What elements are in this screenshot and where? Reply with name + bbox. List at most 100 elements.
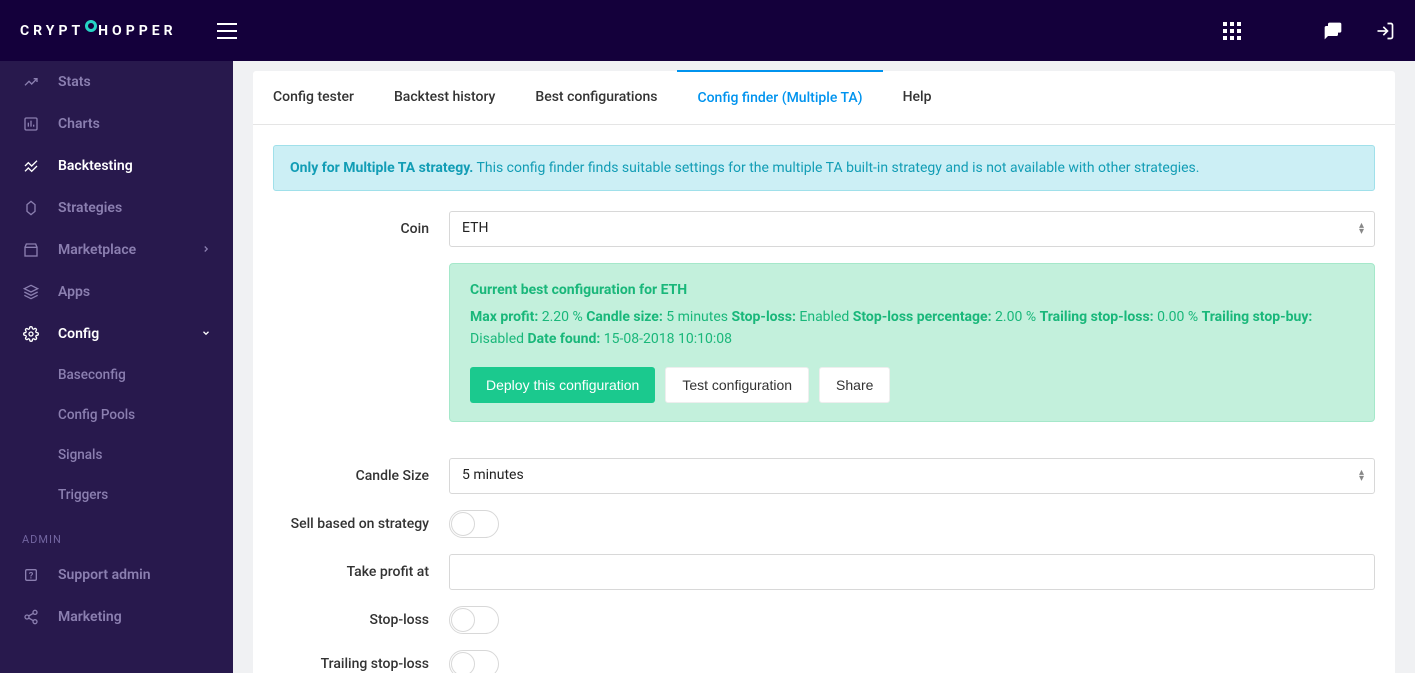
date-found-value: 15-08-2018 10:10:08 — [604, 331, 732, 347]
toggle-knob — [451, 608, 475, 632]
candle-value: 5 minutes — [666, 309, 728, 325]
take-profit-input[interactable] — [449, 554, 1375, 590]
stop-loss-toggle[interactable] — [449, 606, 499, 634]
btn-label: Share — [836, 377, 873, 393]
topbar-actions — [1223, 21, 1395, 41]
form-row-coin: Coin ETH ▴▾ — [273, 211, 1375, 247]
sidebar-label: Marketing — [58, 609, 122, 625]
gear-icon — [22, 325, 40, 343]
tab-label: Config tester — [273, 89, 354, 105]
sidebar-label: Strategies — [58, 200, 122, 216]
best-config-panel: Current best configuration for ETH Max p… — [449, 263, 1375, 422]
sidebar: Stats Charts Backtesting Strategies Mark… — [0, 61, 233, 673]
svg-text:?: ? — [29, 570, 34, 581]
coin-select[interactable]: ETH ▴▾ — [449, 211, 1375, 247]
stoploss-pct-label: Stop-loss percentage: — [853, 309, 992, 325]
sidebar-item-marketing[interactable]: Marketing — [0, 596, 233, 638]
dark-mode-icon[interactable] — [1273, 21, 1291, 41]
brand-o-icon — [85, 20, 97, 32]
trailing-stop-loss-toggle[interactable] — [449, 650, 499, 673]
sidebar-section-admin: ADMIN — [0, 515, 233, 554]
marketplace-icon — [22, 241, 40, 259]
candle-size-value: 5 minutes — [462, 467, 524, 483]
apps-grid-icon[interactable] — [1223, 21, 1241, 41]
trailing-sb-value: Disabled — [470, 331, 524, 347]
sidebar-item-charts[interactable]: Charts — [0, 103, 233, 145]
content-card: Config tester Backtest history Best conf… — [253, 71, 1395, 673]
select-caret-icon: ▴▾ — [1359, 470, 1364, 482]
candle-size-label: Candle Size — [273, 468, 449, 484]
alert-bold: Only for Multiple TA strategy. — [290, 160, 473, 176]
chevron-down-icon — [201, 326, 211, 342]
share-icon — [22, 608, 40, 626]
select-caret-icon: ▴▾ — [1359, 223, 1364, 235]
sidebar-item-stats[interactable]: Stats — [0, 61, 233, 103]
charts-icon — [22, 115, 40, 133]
apps-icon — [22, 283, 40, 301]
hamburger-icon — [217, 23, 237, 39]
chat-icon[interactable] — [1323, 21, 1343, 41]
sidebar-item-apps[interactable]: Apps — [0, 271, 233, 313]
top-bar: CRYPT HOPPER — [0, 0, 1415, 61]
sidebar-label: Support admin — [58, 567, 151, 583]
tab-bar: Config tester Backtest history Best conf… — [253, 71, 1395, 125]
stats-icon — [22, 73, 40, 91]
toggle-knob — [451, 512, 475, 536]
chevron-right-icon — [201, 242, 211, 258]
sidebar-label: Config — [58, 326, 99, 342]
sidebar-item-support-admin[interactable]: ? Support admin — [0, 554, 233, 596]
logout-icon[interactable] — [1375, 21, 1395, 41]
sidebar-label: Apps — [58, 284, 90, 300]
candle-size-select[interactable]: 5 minutes ▴▾ — [449, 458, 1375, 494]
stoploss-value: Enabled — [799, 309, 849, 325]
tab-config-tester[interactable]: Config tester — [253, 71, 374, 124]
tab-help[interactable]: Help — [883, 71, 952, 124]
best-config-details: Max profit: 2.20 % Candle size: 5 minute… — [470, 306, 1354, 351]
sidebar-label: Charts — [58, 116, 100, 132]
tab-best-configurations[interactable]: Best configurations — [515, 71, 677, 124]
sidebar-sub-label: Config Pools — [58, 407, 135, 423]
sidebar-sub-signals[interactable]: Signals — [0, 435, 233, 475]
test-config-button[interactable]: Test configuration — [665, 367, 809, 403]
sidebar-item-strategies[interactable]: Strategies — [0, 187, 233, 229]
tab-config-finder[interactable]: Config finder (Multiple TA) — [677, 70, 882, 124]
form-row-take-profit: Take profit at — [273, 554, 1375, 590]
brand-post: HOPPER — [98, 23, 176, 39]
btn-label: Deploy this configuration — [486, 377, 639, 393]
sidebar-sub-label: Baseconfig — [58, 367, 126, 383]
share-button[interactable]: Share — [819, 367, 890, 403]
stoploss-pct-value: 2.00 % — [995, 309, 1036, 325]
sidebar-label: Backtesting — [58, 158, 133, 174]
coin-value: ETH — [462, 220, 488, 236]
max-profit-label: Max profit: — [470, 309, 538, 325]
form-row-sell-strategy: Sell based on strategy — [273, 510, 1375, 538]
sidebar-sub-configpools[interactable]: Config Pools — [0, 395, 233, 435]
menu-toggle-button[interactable] — [217, 23, 237, 39]
brand-logo[interactable]: CRYPT HOPPER — [20, 23, 177, 39]
help-icon: ? — [22, 566, 40, 584]
date-found-label: Date found: — [528, 331, 601, 347]
sidebar-item-marketplace[interactable]: Marketplace — [0, 229, 233, 271]
stop-loss-label: Stop-loss — [273, 612, 449, 628]
brand-pre: CRYPT — [20, 23, 84, 39]
trailing-stop-loss-label: Trailing stop-loss — [273, 656, 449, 672]
backtesting-icon — [22, 157, 40, 175]
trailing-sb-label: Trailing stop-buy: — [1202, 309, 1313, 325]
trailing-sl-value: 0.00 % — [1157, 309, 1198, 325]
tab-backtest-history[interactable]: Backtest history — [374, 71, 515, 124]
take-profit-label: Take profit at — [273, 564, 449, 580]
deploy-button[interactable]: Deploy this configuration — [470, 367, 655, 403]
tab-label: Config finder (Multiple TA) — [697, 90, 862, 106]
main-content: Config tester Backtest history Best conf… — [233, 61, 1415, 673]
sidebar-sub-baseconfig[interactable]: Baseconfig — [0, 355, 233, 395]
sidebar-sub-triggers[interactable]: Triggers — [0, 475, 233, 515]
sell-strategy-toggle[interactable] — [449, 510, 499, 538]
form-row-stop-loss: Stop-loss — [273, 606, 1375, 634]
best-config-title: Current best configuration for ETH — [470, 282, 1354, 298]
sidebar-sub-label: Signals — [58, 447, 102, 463]
sidebar-item-config[interactable]: Config — [0, 313, 233, 355]
coin-label: Coin — [273, 221, 449, 237]
tab-label: Help — [903, 89, 932, 105]
sidebar-item-backtesting[interactable]: Backtesting — [0, 145, 233, 187]
form-row-candle-size: Candle Size 5 minutes ▴▾ — [273, 458, 1375, 494]
